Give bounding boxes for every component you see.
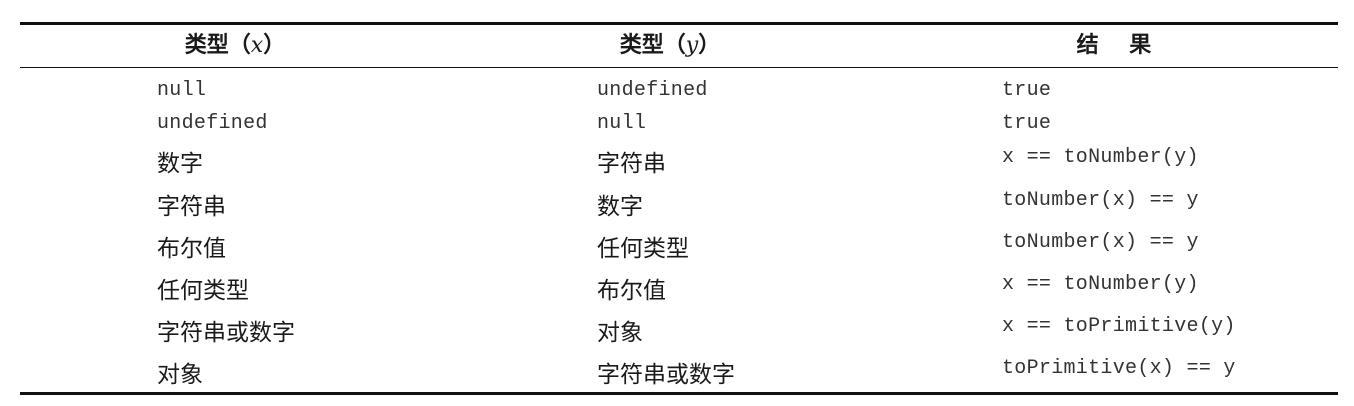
table-row: 对象 字符串或数字 toPrimitive(x) == y: [20, 352, 1338, 392]
header-type-x-var: x: [250, 33, 264, 58]
cell-type-x: 任何类型: [157, 278, 249, 304]
cell-type-y: null: [597, 112, 647, 135]
header-type-y-suffix: ）: [698, 33, 721, 58]
header-type-x-suffix: ）: [263, 33, 286, 58]
table-row: 字符串或数字 对象 x == toPrimitive(y): [20, 310, 1338, 350]
header-type-y-var: y: [685, 33, 699, 58]
cell-result: toNumber(x) == y: [1002, 189, 1199, 212]
table-row: 任何类型 布尔值 x == toNumber(y): [20, 268, 1338, 308]
header-result: 结 果: [1076, 33, 1152, 58]
cell-type-x: 字符串: [157, 194, 226, 220]
cell-result: x == toPrimitive(y): [1002, 315, 1236, 338]
header-type-x-label: 类型（: [184, 33, 251, 58]
cell-type-y: undefined: [597, 79, 708, 102]
cell-type-x: null: [157, 79, 207, 102]
cell-result: true: [1002, 112, 1052, 135]
cell-result: x == toNumber(y): [1002, 146, 1199, 169]
header-type-y-label: 类型（: [619, 33, 686, 58]
cell-type-y: 对象: [597, 320, 643, 346]
table-row: 数字 字符串 x == toNumber(y): [20, 141, 1338, 181]
cell-type-x: 数字: [157, 151, 203, 177]
cell-type-y: 字符串: [597, 151, 666, 177]
cell-result: x == toNumber(y): [1002, 273, 1199, 296]
cell-type-x: 字符串或数字: [157, 320, 295, 346]
table-row: undefined null true: [20, 110, 1338, 140]
cell-result: toNumber(x) == y: [1002, 231, 1199, 254]
cell-result: true: [1002, 79, 1052, 102]
cell-type-y: 布尔值: [597, 278, 666, 304]
table-header: 类型（x） 类型（y） 结 果: [20, 25, 1338, 68]
header-type-y: 类型（y）: [450, 33, 890, 59]
header-type-x: 类型（x）: [20, 33, 450, 59]
table-row: 字符串 数字 toNumber(x) == y: [20, 184, 1338, 224]
cell-type-y: 字符串或数字: [597, 362, 735, 388]
cell-type-x: 对象: [157, 362, 203, 388]
table-row: null undefined true: [20, 77, 1338, 107]
cell-type-y: 任何类型: [597, 236, 689, 262]
table-row: 布尔值 任何类型 toNumber(x) == y: [20, 226, 1338, 266]
comparison-table: 类型（x） 类型（y） 结 果 null undefined true unde…: [20, 22, 1338, 395]
cell-type-x: 布尔值: [157, 236, 226, 262]
cell-type-x: undefined: [157, 112, 268, 135]
cell-type-y: 数字: [597, 194, 643, 220]
cell-result: toPrimitive(x) == y: [1002, 357, 1236, 380]
